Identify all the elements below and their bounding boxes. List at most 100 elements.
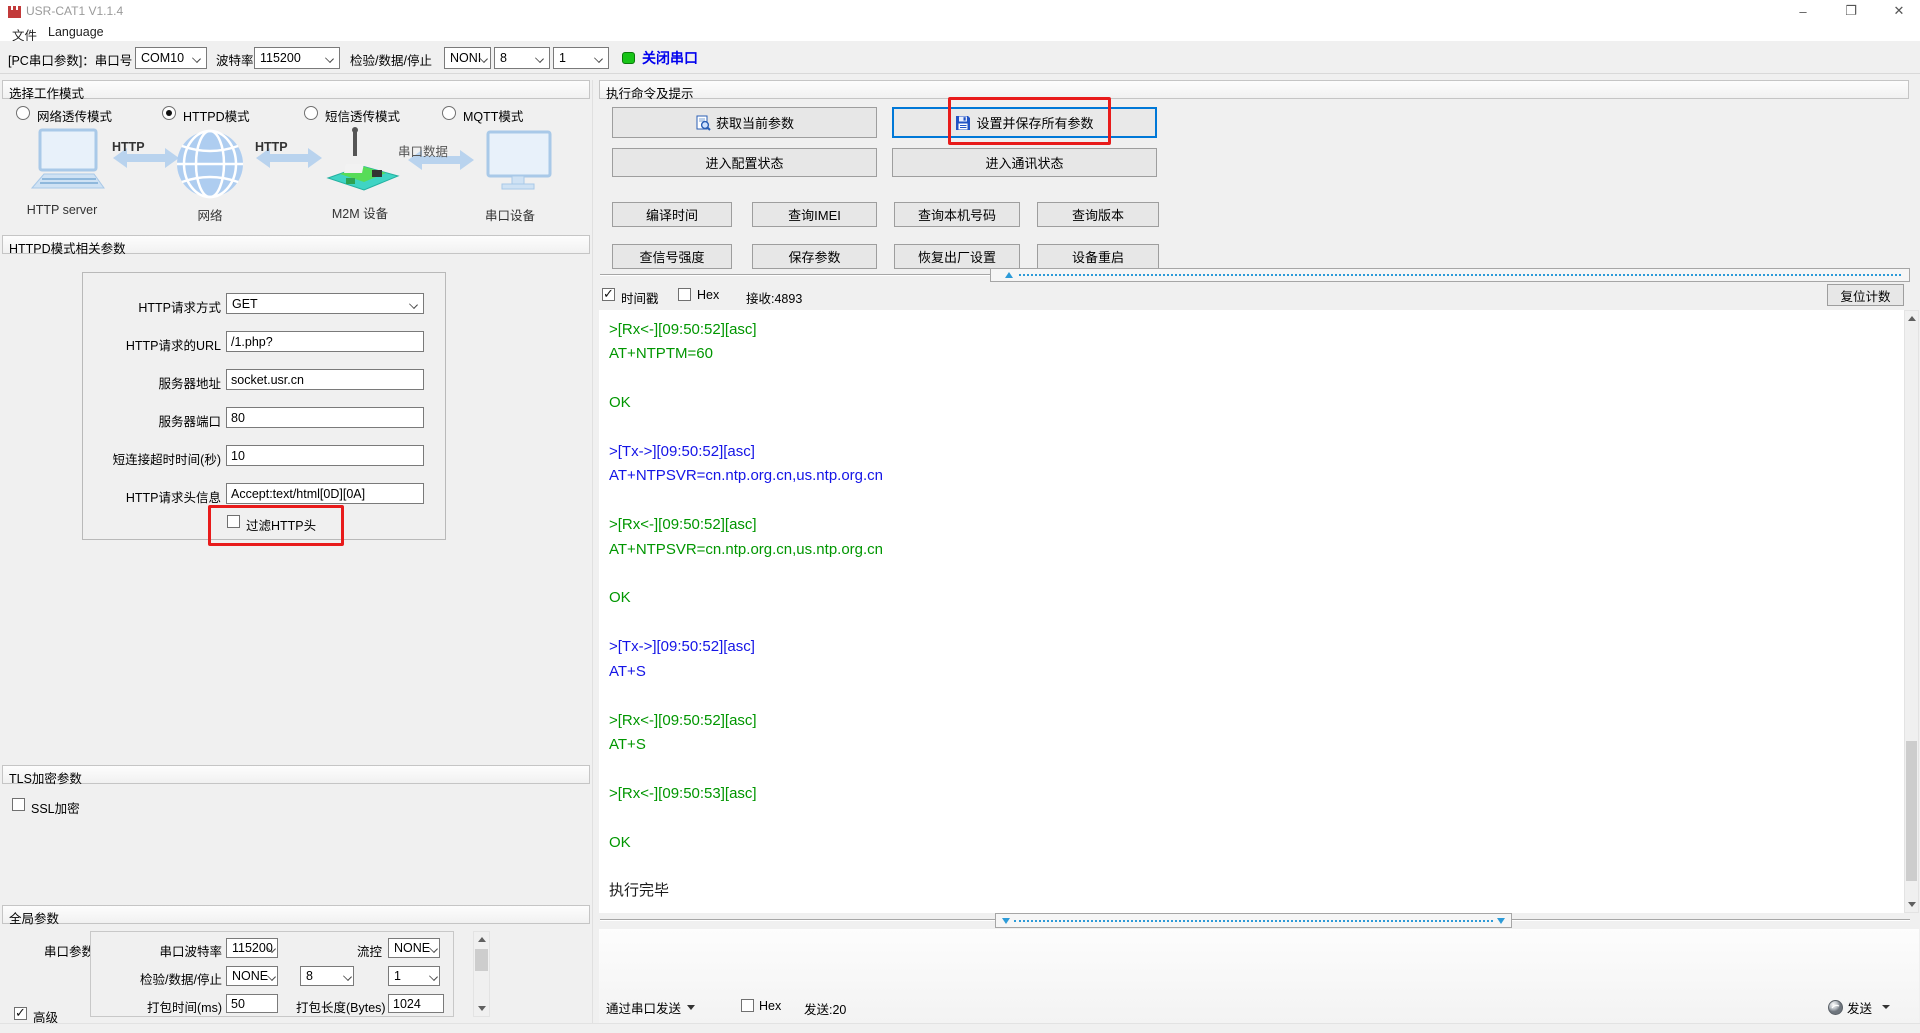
save-params-button[interactable]: 保存参数 bbox=[752, 244, 877, 269]
radio-net-mode-label[interactable]: 网络透传模式 bbox=[37, 106, 112, 125]
radio-mqtt-mode-label[interactable]: MQTT模式 bbox=[463, 106, 523, 125]
recv-hex-checkbox[interactable] bbox=[678, 288, 691, 301]
gp-packtime-input[interactable]: 50 bbox=[226, 994, 278, 1013]
log-line: OK bbox=[609, 589, 631, 607]
chevron-down-icon bbox=[343, 972, 352, 981]
top-splitter-groove bbox=[600, 274, 990, 276]
baud-select[interactable]: 115200 bbox=[254, 47, 340, 69]
query-imei-button[interactable]: 查询IMEI bbox=[752, 202, 877, 227]
advanced-checkbox[interactable] bbox=[14, 1005, 27, 1021]
filter-http-checkbox[interactable] bbox=[227, 515, 240, 528]
bottom-splitter-groove-left bbox=[600, 919, 995, 921]
log-line: >[Rx<-][09:50:52][asc] bbox=[609, 321, 757, 338]
slider-thumb-icon[interactable] bbox=[1497, 918, 1505, 924]
serial-params-label: 串口参数 bbox=[44, 945, 95, 959]
gp-packlen-input[interactable]: 1024 bbox=[388, 994, 444, 1013]
timestamp-label[interactable]: 时间戳 bbox=[621, 288, 659, 307]
monitor-icon bbox=[486, 130, 552, 190]
set-save-all-params-button[interactable]: 设置并保存所有参数 bbox=[892, 107, 1157, 138]
radio-net-mode[interactable] bbox=[16, 106, 30, 120]
device-restart-button[interactable]: 设备重启 bbox=[1037, 244, 1159, 269]
window-title: USR-CAT1 V1.1.4 bbox=[26, 4, 124, 18]
enter-config-button[interactable]: 进入配置状态 bbox=[612, 148, 877, 177]
log-output[interactable]: >[Rx<-][09:50:52][asc] AT+NTPTM=60 OK >[T… bbox=[599, 310, 1904, 913]
http-method-select[interactable]: GET bbox=[226, 293, 424, 314]
mode-diagram bbox=[30, 127, 552, 199]
send-button[interactable]: 发送 bbox=[1828, 995, 1891, 1019]
scroll-up-icon[interactable] bbox=[1905, 311, 1918, 326]
get-params-button[interactable]: 获取当前参数 bbox=[612, 107, 877, 138]
chevron-down-icon bbox=[267, 972, 276, 981]
radio-sms-mode-label[interactable]: 短信透传模式 bbox=[325, 106, 400, 125]
log-line: >[Rx<-][09:50:52][asc] bbox=[609, 711, 757, 729]
menu-language[interactable]: Language bbox=[44, 24, 108, 40]
gp-baud-label: 串口波特率 bbox=[159, 945, 222, 959]
gp-baud-select[interactable]: 115200 bbox=[226, 938, 278, 958]
slider-thumb-icon[interactable] bbox=[1005, 272, 1013, 278]
databits-select[interactable]: 8 bbox=[494, 47, 550, 69]
com-port-select[interactable]: COM10 bbox=[135, 47, 207, 69]
ssl-label[interactable]: SSL加密 bbox=[31, 798, 80, 817]
ssl-checkbox[interactable] bbox=[12, 798, 25, 811]
panel-splitter[interactable] bbox=[592, 80, 597, 1033]
recv-hex-label[interactable]: Hex bbox=[697, 288, 719, 302]
http-header-input[interactable]: Accept:text/html[0D][0A] bbox=[226, 483, 424, 504]
gp-parity-select[interactable]: NONE bbox=[226, 966, 278, 986]
factory-reset-button[interactable]: 恢复出厂设置 bbox=[894, 244, 1020, 269]
close-button[interactable]: ✕ bbox=[1880, 0, 1918, 22]
menu-bar: 文件 Language bbox=[0, 22, 1920, 43]
slider-thumb-icon[interactable] bbox=[1002, 918, 1010, 924]
enter-comm-button[interactable]: 进入通讯状态 bbox=[892, 148, 1157, 177]
log-scrollbar[interactable] bbox=[1904, 310, 1919, 913]
m2m-board-icon bbox=[326, 127, 400, 191]
scroll-up-icon[interactable] bbox=[474, 932, 489, 947]
global-params-scrollbar[interactable] bbox=[473, 931, 490, 1017]
http-url-input[interactable]: /1.php? bbox=[226, 331, 424, 352]
stopbits-select[interactable]: 1 bbox=[553, 47, 609, 69]
server-port-input[interactable]: 80 bbox=[226, 407, 424, 428]
radio-sms-mode[interactable] bbox=[304, 106, 318, 120]
gp-databits-select[interactable]: 8 bbox=[300, 966, 354, 986]
gp-packtime-label: 打包时间(ms) bbox=[147, 1001, 222, 1015]
server-addr-input[interactable]: socket.usr.cn bbox=[226, 369, 424, 390]
parity-select[interactable]: NONI bbox=[444, 47, 491, 69]
reset-count-button[interactable]: 复位计数 bbox=[1827, 284, 1904, 306]
send-sphere-icon bbox=[1828, 999, 1843, 1015]
tls-header: TLS加密参数 bbox=[2, 765, 590, 786]
gp-parity-label: 检验/数据/停止 bbox=[140, 973, 222, 987]
send-hex-checkbox[interactable] bbox=[741, 999, 754, 1012]
server-port-label: 服务器端口 bbox=[158, 415, 221, 429]
radio-httpd-mode[interactable] bbox=[162, 106, 176, 120]
send-input-area[interactable] bbox=[599, 929, 1919, 1023]
top-slider[interactable] bbox=[990, 268, 1910, 282]
laptop-icon bbox=[30, 128, 105, 189]
globe-icon bbox=[177, 129, 243, 199]
scroll-down-icon[interactable] bbox=[1905, 897, 1918, 912]
node-serial-device-label: 串口设备 bbox=[484, 209, 535, 223]
query-version-button[interactable]: 查询版本 bbox=[1037, 202, 1159, 227]
gp-packlen-label: 打包长度(Bytes) bbox=[296, 1001, 386, 1015]
send-via-serial-dropdown[interactable]: 通过串口发送 bbox=[606, 998, 696, 1017]
gp-flow-select[interactable]: NONE bbox=[388, 938, 440, 958]
log-line: >[Tx->][09:50:52][asc] bbox=[609, 443, 755, 461]
gp-stopbits-select[interactable]: 1 bbox=[388, 966, 440, 986]
minimize-button[interactable]: – bbox=[1784, 0, 1822, 22]
compile-time-button[interactable]: 编译时间 bbox=[612, 202, 732, 227]
radio-httpd-mode-label[interactable]: HTTPD模式 bbox=[183, 106, 250, 125]
restore-button[interactable]: ❐ bbox=[1832, 0, 1870, 22]
baud-label: 波特率 bbox=[216, 54, 254, 68]
query-phone-number-button[interactable]: 查询本机号码 bbox=[894, 202, 1020, 227]
close-serial-button[interactable]: 关闭串口 bbox=[622, 46, 698, 70]
bottom-slider[interactable] bbox=[995, 913, 1512, 928]
chevron-down-icon bbox=[429, 944, 438, 953]
filter-http-label[interactable]: 过滤HTTP头 bbox=[246, 515, 316, 534]
title-bar: USR-CAT1 V1.1.4 – ❐ ✕ bbox=[0, 0, 1920, 22]
timeout-input[interactable]: 10 bbox=[226, 445, 424, 466]
timestamp-checkbox[interactable] bbox=[602, 286, 615, 302]
query-signal-button[interactable]: 查信号强度 bbox=[612, 244, 732, 269]
scroll-down-icon[interactable] bbox=[474, 1001, 489, 1016]
radio-mqtt-mode[interactable] bbox=[442, 106, 456, 120]
send-hex-label[interactable]: Hex bbox=[759, 999, 781, 1013]
